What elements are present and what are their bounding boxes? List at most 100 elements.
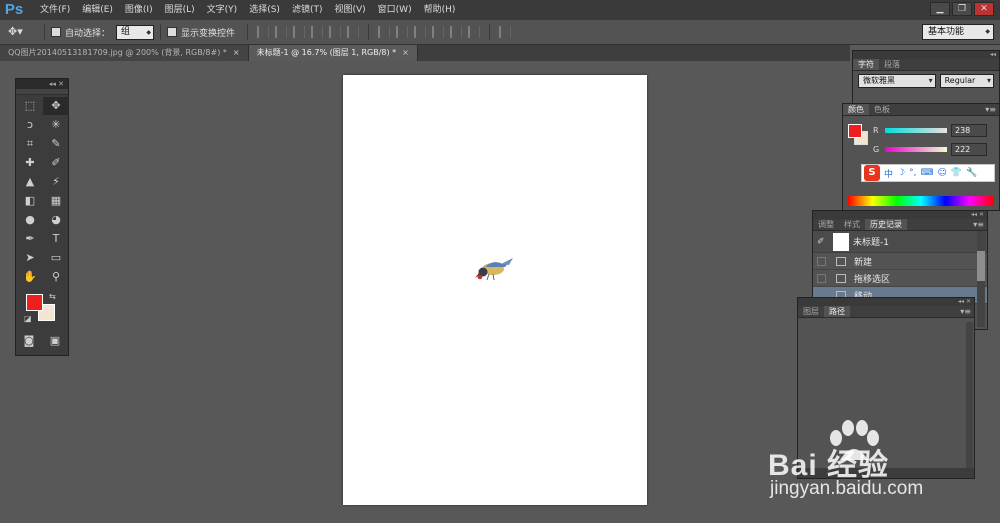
crop-tool[interactable]: ⌗ bbox=[17, 135, 43, 153]
history-brush-tool[interactable]: ⚡ bbox=[43, 173, 69, 191]
foreground-color-swatch[interactable] bbox=[26, 294, 43, 311]
red-value-input[interactable]: 238 bbox=[951, 124, 987, 137]
history-step[interactable]: 新建 bbox=[813, 253, 987, 270]
distribute-right-icon[interactable] bbox=[468, 26, 481, 38]
menu-file[interactable]: 文件(F) bbox=[34, 0, 76, 20]
align-vcenter-icon[interactable] bbox=[275, 26, 288, 38]
type-tool[interactable]: T bbox=[43, 230, 69, 248]
tools-panel-header[interactable]: ◂◂ ✕ bbox=[16, 79, 68, 89]
brush-tool[interactable]: ✐ bbox=[43, 154, 69, 172]
ime-punctuation-icon[interactable]: °, bbox=[909, 168, 916, 178]
tab-swatches[interactable]: 色板 bbox=[869, 104, 895, 115]
workspace-switcher[interactable]: 基本功能 bbox=[922, 24, 994, 40]
swap-colors-icon[interactable]: ⇆ bbox=[49, 292, 56, 301]
panel-foreground-swatch[interactable] bbox=[848, 124, 862, 138]
distribute-top-icon[interactable] bbox=[378, 26, 391, 38]
tab-paragraph[interactable]: 段落 bbox=[879, 59, 905, 70]
ime-skin-icon[interactable]: 👕 bbox=[951, 168, 962, 178]
menu-edit[interactable]: 编辑(E) bbox=[76, 0, 119, 20]
tab-close-icon[interactable]: × bbox=[402, 48, 409, 57]
green-value-input[interactable]: 222 bbox=[951, 143, 987, 156]
path-select-tool[interactable]: ➤ bbox=[17, 249, 43, 267]
magic-wand-tool[interactable]: ✳ bbox=[43, 116, 69, 134]
align-hcenter-icon[interactable] bbox=[329, 26, 342, 38]
close-button[interactable]: ✕ bbox=[974, 2, 994, 16]
font-style-select[interactable]: Regular bbox=[939, 74, 994, 88]
tab-qq-image[interactable]: QQ图片20140513181709.jpg @ 200% (背景, RGB/8… bbox=[0, 45, 249, 61]
align-bottom-icon[interactable] bbox=[293, 26, 306, 38]
menu-image[interactable]: 图像(I) bbox=[119, 0, 159, 20]
color-spectrum-bar[interactable] bbox=[848, 196, 994, 206]
restore-button[interactable]: ❐ bbox=[952, 2, 972, 16]
panel-grip[interactable]: ◂◂ ✕ bbox=[798, 298, 974, 306]
history-step[interactable]: 拖移选区 bbox=[813, 270, 987, 287]
distribute-bottom-icon[interactable] bbox=[414, 26, 427, 38]
ime-emoji-icon[interactable]: ☺ bbox=[937, 168, 946, 178]
panel-menu-icon[interactable]: ▾≡ bbox=[985, 104, 996, 116]
clone-stamp-tool[interactable]: ▲ bbox=[17, 173, 43, 191]
tab-color[interactable]: 颜色 bbox=[843, 104, 869, 115]
distribute-hcenter-icon[interactable] bbox=[450, 26, 463, 38]
healing-tool[interactable]: ✚ bbox=[17, 154, 43, 172]
ime-chinese-mode[interactable]: 中 bbox=[884, 167, 893, 180]
default-colors-icon[interactable]: ◪ bbox=[24, 314, 32, 323]
menu-layer[interactable]: 图层(L) bbox=[159, 0, 201, 20]
bird-layer-image[interactable] bbox=[475, 255, 517, 283]
minimize-button[interactable]: ▁ bbox=[930, 2, 950, 16]
distribute-left-icon[interactable] bbox=[432, 26, 445, 38]
eyedropper-tool[interactable]: ✎ bbox=[43, 135, 69, 153]
history-brush-source-icon[interactable]: ✐ bbox=[817, 237, 829, 247]
history-snapshot[interactable]: ✐ 未标题-1 bbox=[813, 231, 987, 253]
history-brush-checkbox[interactable] bbox=[817, 273, 826, 283]
align-top-icon[interactable] bbox=[257, 26, 270, 38]
blur-tool[interactable]: ● bbox=[17, 211, 43, 229]
screen-mode-icon[interactable]: ▣ bbox=[42, 332, 68, 350]
tab-layers[interactable]: 图层 bbox=[798, 306, 824, 317]
menu-type[interactable]: 文字(Y) bbox=[201, 0, 244, 20]
gradient-tool[interactable]: ▦ bbox=[43, 192, 69, 210]
hand-tool[interactable]: ✋ bbox=[17, 268, 43, 286]
tab-paths[interactable]: 路径 bbox=[824, 306, 850, 317]
font-family-select[interactable]: 微软雅黑 bbox=[858, 74, 936, 88]
pen-tool[interactable]: ✒ bbox=[17, 230, 43, 248]
shape-tool[interactable]: ▭ bbox=[43, 249, 69, 267]
distribute-vcenter-icon[interactable] bbox=[396, 26, 409, 38]
red-slider[interactable] bbox=[885, 128, 947, 133]
tab-history[interactable]: 历史记录 bbox=[865, 219, 907, 230]
move-tool[interactable]: ✥ bbox=[43, 97, 69, 115]
ime-tools-icon[interactable]: 🔧 bbox=[966, 168, 977, 178]
menu-select[interactable]: 选择(S) bbox=[243, 0, 286, 20]
green-slider[interactable] bbox=[885, 147, 947, 152]
align-right-icon[interactable] bbox=[347, 26, 360, 38]
menu-view[interactable]: 视图(V) bbox=[328, 0, 371, 20]
dodge-tool[interactable]: ◕ bbox=[43, 211, 69, 229]
history-scroll-thumb[interactable] bbox=[977, 251, 985, 281]
auto-align-icon[interactable] bbox=[499, 26, 512, 38]
menu-window[interactable]: 窗口(W) bbox=[372, 0, 418, 20]
align-left-icon[interactable] bbox=[311, 26, 324, 38]
history-brush-checkbox[interactable] bbox=[817, 256, 826, 266]
tool-preset-picker[interactable]: ✥▾ bbox=[8, 22, 38, 42]
show-transform-checkbox[interactable] bbox=[167, 27, 178, 37]
menu-filter[interactable]: 滤镜(T) bbox=[286, 0, 329, 20]
eraser-tool[interactable]: ◧ bbox=[17, 192, 43, 210]
tab-styles[interactable]: 样式 bbox=[839, 219, 865, 230]
panel-grip[interactable]: ◂◂ ✕ bbox=[813, 211, 987, 219]
tab-adjustments[interactable]: 调整 bbox=[813, 219, 839, 230]
document-canvas[interactable] bbox=[343, 75, 647, 505]
tab-close-icon[interactable]: × bbox=[233, 48, 240, 57]
ime-keyboard-icon[interactable]: ⌨ bbox=[920, 168, 933, 178]
tab-character[interactable]: 字符 bbox=[853, 59, 879, 70]
sogou-logo-icon[interactable]: S bbox=[864, 165, 880, 181]
lasso-tool[interactable]: ↄ bbox=[17, 116, 43, 134]
panel-grip[interactable]: ◂◂ bbox=[853, 51, 999, 59]
menu-help[interactable]: 帮助(H) bbox=[418, 0, 462, 20]
history-scrollbar[interactable] bbox=[977, 231, 985, 327]
zoom-tool[interactable]: ⚲ bbox=[43, 268, 69, 286]
quick-mask-icon[interactable]: ◙ bbox=[16, 332, 42, 350]
panel-menu-icon[interactable]: ▾≡ bbox=[973, 219, 984, 231]
panel-menu-icon[interactable]: ▾≡ bbox=[960, 306, 971, 318]
ime-moon-icon[interactable]: ☽ bbox=[897, 168, 905, 178]
marquee-tool[interactable]: ⬚ bbox=[17, 97, 43, 115]
auto-select-checkbox[interactable] bbox=[51, 27, 61, 37]
